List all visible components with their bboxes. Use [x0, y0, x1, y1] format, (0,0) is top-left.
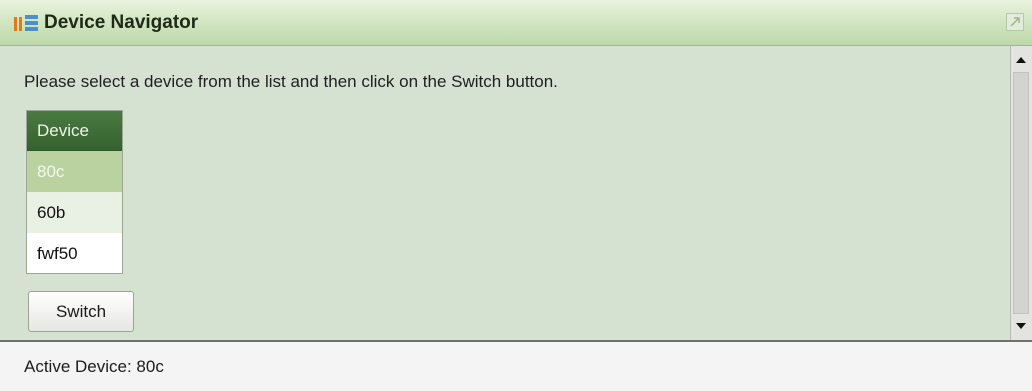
switch-button[interactable]: Switch: [28, 291, 134, 332]
scroll-up-icon[interactable]: [1013, 52, 1029, 68]
vertical-scrollbar[interactable]: [1010, 46, 1032, 340]
scroll-down-icon[interactable]: [1013, 318, 1029, 334]
scroll-thumb[interactable]: [1013, 72, 1029, 314]
status-bar: Active Device: 80c: [0, 342, 1032, 391]
device-navigator-icon: [14, 15, 38, 31]
device-navigator-panel: Device Navigator Please select a device …: [0, 0, 1032, 391]
window-title: Device Navigator: [44, 12, 199, 33]
maximize-icon[interactable]: [1006, 13, 1024, 31]
device-row-60b[interactable]: 60b: [27, 192, 122, 233]
device-row-80c[interactable]: 80c: [27, 151, 122, 192]
instruction-text: Please select a device from the list and…: [24, 72, 558, 91]
grid-header-device[interactable]: Device: [27, 111, 122, 151]
device-row-fwf50[interactable]: fwf50: [27, 233, 122, 273]
content-area: Please select a device from the list and…: [0, 46, 1010, 340]
active-device-status: Active Device: 80c: [24, 357, 164, 376]
title-bar: Device Navigator: [0, 0, 1032, 46]
device-grid: Device 80c 60b fwf50: [26, 110, 123, 274]
